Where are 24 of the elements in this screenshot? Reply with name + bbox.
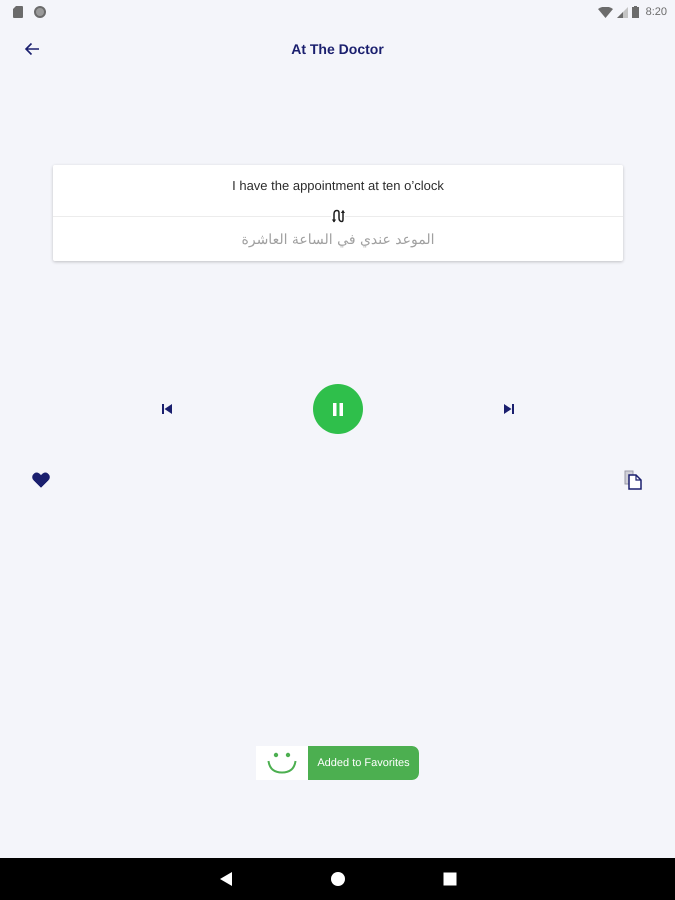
swap-arrows-icon xyxy=(331,209,345,223)
battery-icon xyxy=(632,6,639,18)
skip-next-icon xyxy=(504,404,514,414)
wifi-icon xyxy=(598,6,613,18)
sd-card-icon xyxy=(13,6,23,18)
nav-back-button[interactable] xyxy=(218,872,232,886)
skip-previous-icon xyxy=(162,404,172,414)
home-circle-icon xyxy=(330,872,344,886)
smiley-icon xyxy=(267,752,298,774)
nav-recents-button[interactable] xyxy=(442,872,456,886)
toast-message: Added to Favorites xyxy=(308,746,419,780)
nav-home-button[interactable] xyxy=(330,872,344,886)
screen-title: At The Doctor xyxy=(291,40,384,58)
signal-icon xyxy=(616,6,628,18)
arabic-phrase: الموعد عندي في الساعة العاشرة xyxy=(242,231,434,250)
back-triangle-icon xyxy=(218,872,232,886)
pause-icon xyxy=(332,402,342,416)
back-arrow-icon xyxy=(24,42,40,56)
status-time: 8:20 xyxy=(646,5,667,19)
circle-status-icon xyxy=(34,6,46,18)
english-phrase: I have the appointment at ten o’clock xyxy=(232,177,444,195)
copy-icon xyxy=(624,470,642,490)
swap-button[interactable] xyxy=(331,209,345,223)
recents-square-icon xyxy=(442,872,456,886)
